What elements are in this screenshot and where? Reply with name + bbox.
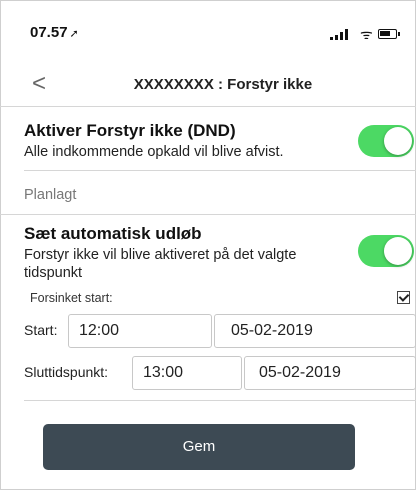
start-date-field[interactable]: 05-02-2019: [214, 314, 416, 348]
nav-divider: [0, 106, 416, 107]
toggle-knob: [384, 127, 412, 155]
nav-bar: < XXXXXXXX : Forstyr ikke: [0, 60, 416, 106]
delayed-start-label: Forsinket start:: [30, 291, 113, 305]
page-title: XXXXXXXX : Forstyr ikke: [133, 76, 313, 93]
dnd-description: Alle indkommende opkald vil blive afvist…: [24, 144, 284, 160]
end-label: Sluttidspunkt:: [24, 364, 109, 380]
auto-expire-toggle[interactable]: [358, 235, 414, 267]
section-header-scheduled: Planlagt: [24, 187, 77, 203]
divider: [0, 214, 416, 215]
divider: [24, 170, 416, 171]
status-time: 07.57 ➚: [30, 24, 79, 41]
wifi-icon: ᯤ: [360, 26, 373, 42]
auto-expire-title: Sæt automatisk udløb: [24, 224, 202, 243]
start-time-field[interactable]: 12:00: [68, 314, 212, 348]
signal-icon: [330, 28, 354, 40]
dnd-title: Aktiver Forstyr ikke (DND): [24, 121, 236, 140]
end-date-field[interactable]: 05-02-2019: [244, 356, 416, 390]
auto-expire-description: Forstyr ikke vil blive aktiveret på det …: [24, 247, 297, 281]
toggle-knob: [384, 237, 412, 265]
status-bar: 07.57 ➚ ᯤ: [0, 0, 416, 52]
location-arrow-icon: ➚: [69, 28, 79, 40]
dnd-toggle[interactable]: [358, 125, 414, 157]
delayed-start-checkbox[interactable]: [397, 291, 410, 304]
save-button[interactable]: Gem: [43, 424, 355, 470]
start-label: Start:: [24, 322, 58, 338]
battery-icon: [378, 29, 400, 39]
end-time-field[interactable]: 13:00: [132, 356, 242, 390]
divider: [24, 400, 416, 401]
